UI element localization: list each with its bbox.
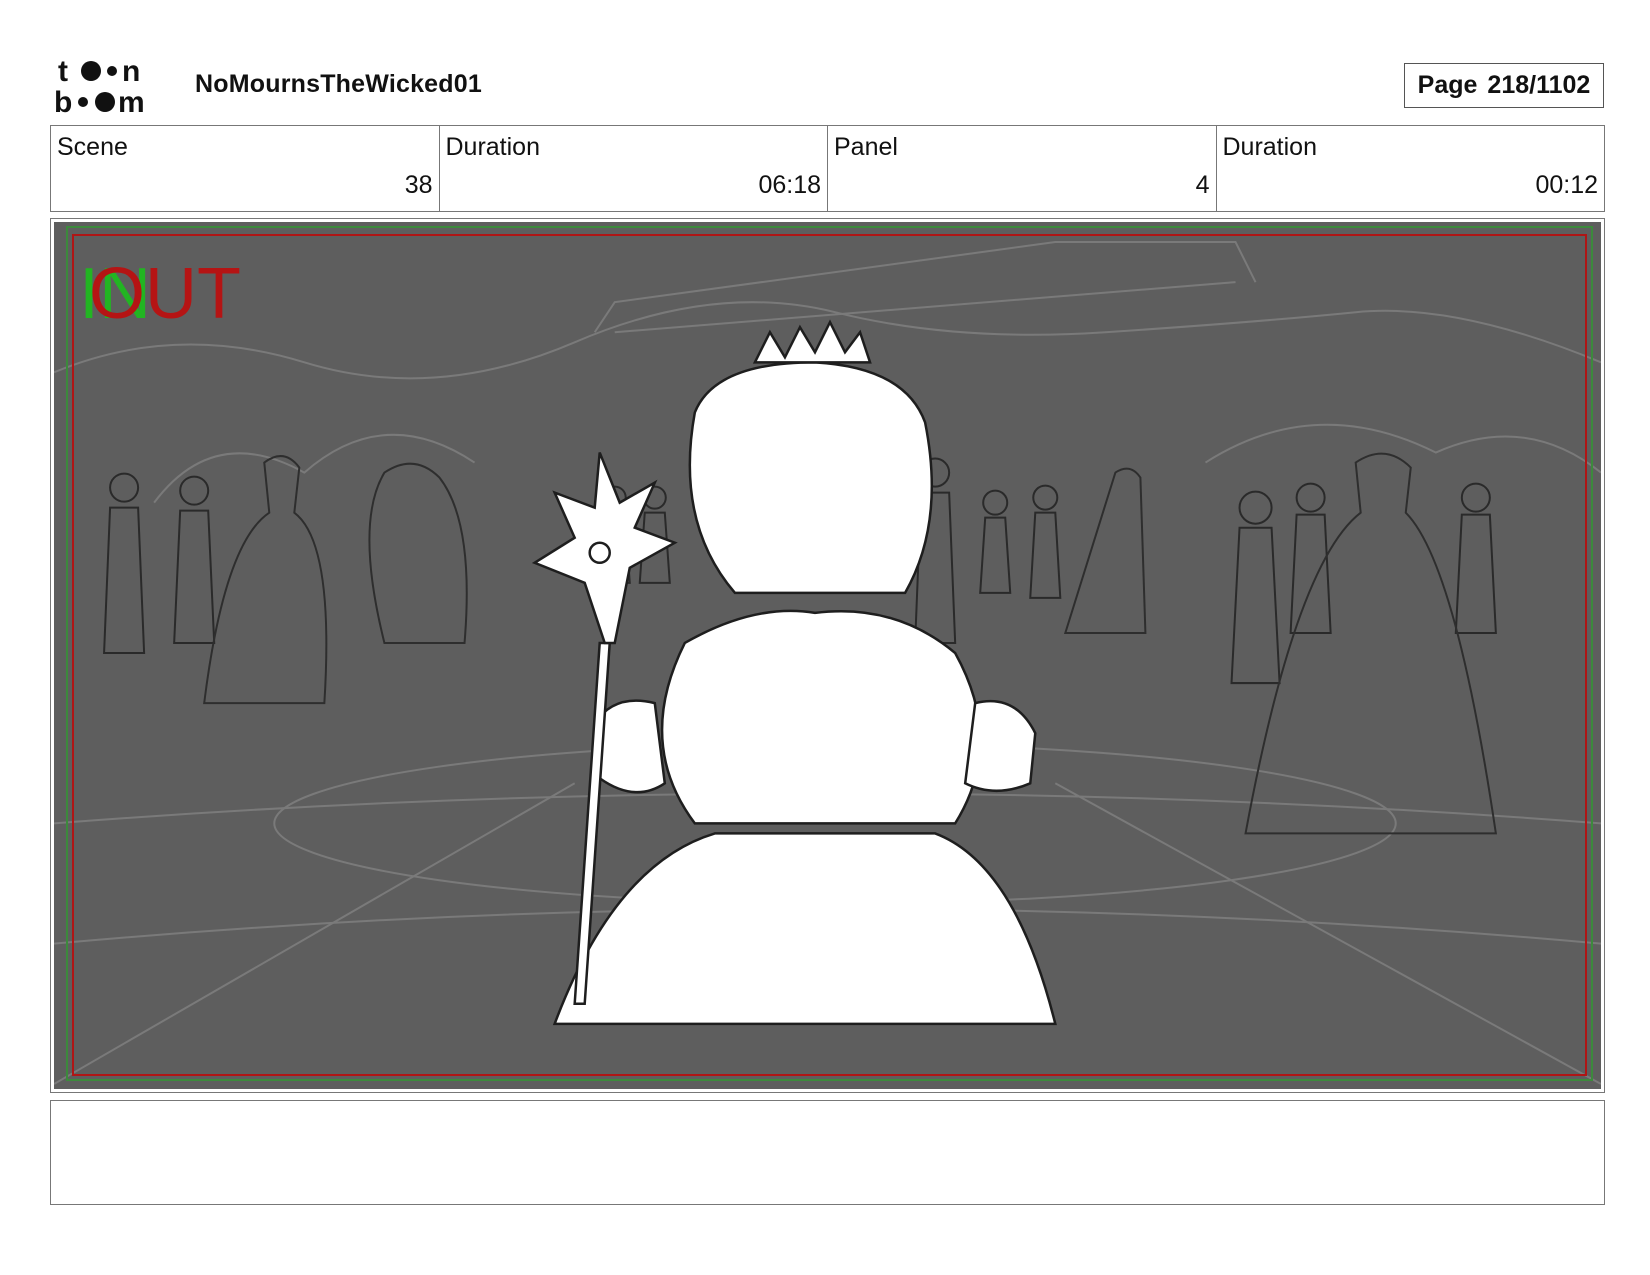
panel-info-table: Scene 38 Duration 06:18 Panel 4 Duration…	[50, 125, 1605, 212]
page-label: Page	[1417, 71, 1478, 99]
svg-text:m: m	[118, 86, 145, 116]
scene-duration-label: Duration	[445, 133, 541, 161]
panel-label: Panel	[834, 133, 898, 161]
scene-duration-value: 06:18	[758, 171, 821, 199]
svg-text:b: b	[54, 86, 72, 116]
panel-duration-cell: Duration 00:12	[1217, 126, 1605, 211]
page-indicator: Page 218/1102	[1404, 63, 1604, 108]
panel-image-frame: IN OUT	[50, 218, 1605, 1093]
out-marker: OUT	[89, 254, 241, 334]
storyboard-sketch: IN OUT	[54, 222, 1601, 1089]
svg-text:n: n	[122, 55, 140, 88]
page-number: 218/1102	[1487, 71, 1591, 99]
scene-cell: Scene 38	[51, 126, 440, 211]
svg-text:t: t	[58, 55, 68, 88]
action-safe-frame	[72, 234, 1587, 1076]
panel-duration-label: Duration	[1222, 133, 1318, 161]
scene-duration-cell: Duration 06:18	[440, 126, 828, 211]
panel-duration-value: 00:12	[1535, 171, 1598, 199]
scene-label: Scene	[57, 133, 128, 161]
panel-notes-box	[50, 1100, 1605, 1205]
panel-cell: Panel 4	[828, 126, 1217, 211]
project-title: NoMournsTheWicked01	[195, 70, 482, 98]
scene-value: 38	[404, 171, 433, 199]
panel-value: 4	[1195, 171, 1210, 199]
toon-boom-logo: t n b m	[54, 55, 145, 116]
